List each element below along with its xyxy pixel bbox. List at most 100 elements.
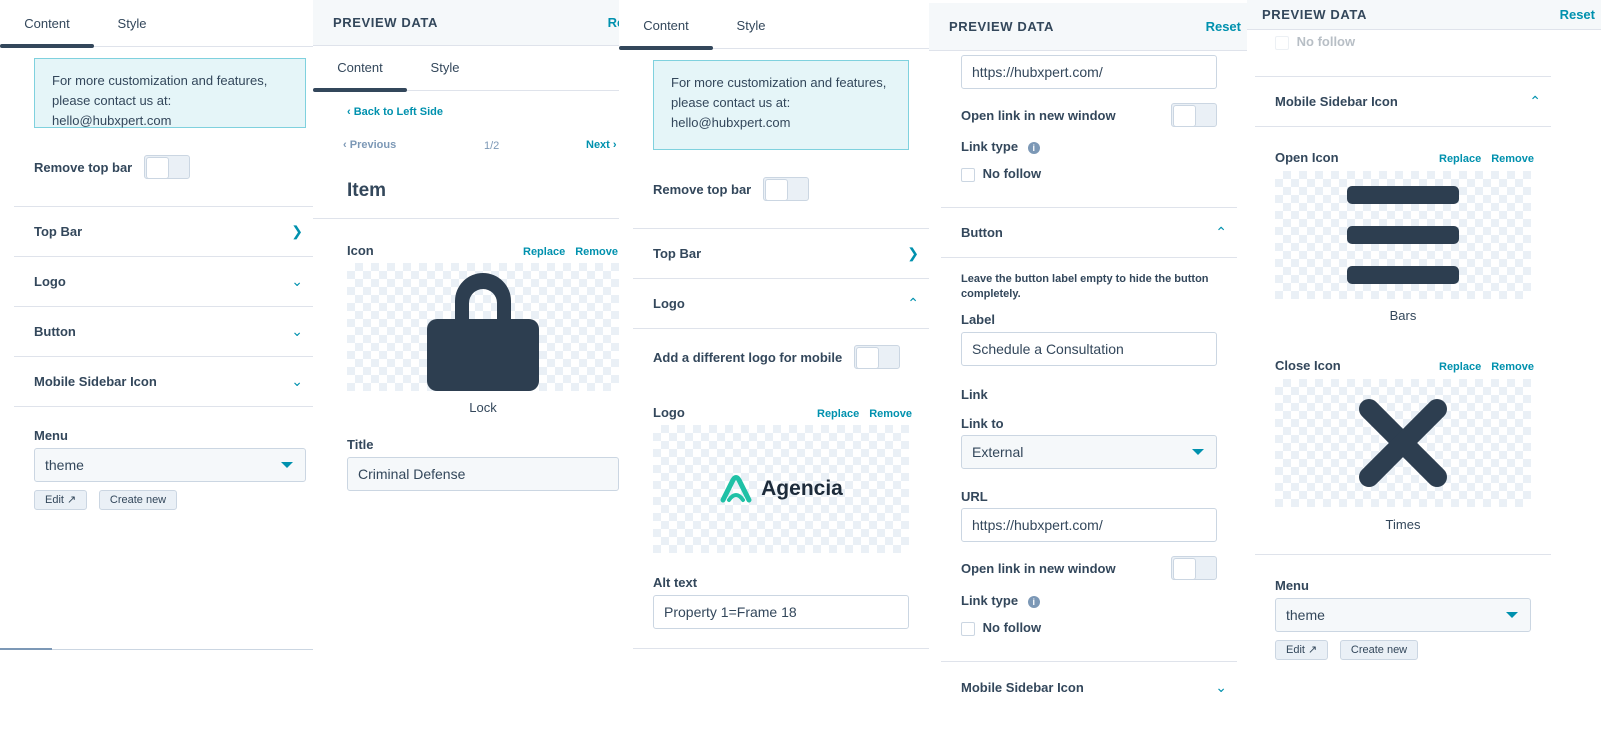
remove-link[interactable]: Remove <box>575 246 618 258</box>
close-icon-name: Times <box>1385 517 1421 532</box>
open-new-window-row: Open link in new window <box>961 556 1217 580</box>
diff-logo-toggle[interactable] <box>854 345 901 369</box>
no-follow-row[interactable]: No follow <box>1275 34 1355 50</box>
menu-actions: Edit ↗ Create new <box>34 490 178 510</box>
info-icon: i <box>1027 142 1040 154</box>
remove-top-bar-toggle[interactable] <box>144 155 191 179</box>
replace-link[interactable]: Replace <box>1439 153 1481 165</box>
previous-label: Previous <box>349 139 397 151</box>
edit-label: Edit <box>1286 644 1305 656</box>
remove-top-bar-toggle[interactable] <box>763 177 810 201</box>
section-logo[interactable]: Logo ⌄ <box>14 257 313 307</box>
chevron-up-icon: ⌃ <box>1529 93 1541 109</box>
alt-text-input[interactable]: Property 1=Frame 18 <box>653 595 909 629</box>
create-new-button[interactable]: Create new <box>1339 640 1419 660</box>
tab-style[interactable]: Style <box>94 2 170 46</box>
caret-down-icon <box>1506 612 1518 618</box>
divider <box>633 648 929 649</box>
url-input[interactable]: https://hubxpert.com/ <box>961 508 1217 542</box>
replace-link[interactable]: Replace <box>523 246 565 258</box>
close-icon-label: Close Icon <box>1275 358 1341 373</box>
section-mobile-sidebar-icon[interactable]: Mobile Sidebar Icon ⌄ <box>14 357 313 407</box>
section-logo[interactable]: Logo ⌃ <box>633 279 929 329</box>
external-link-icon: ↗ <box>1308 644 1318 656</box>
remove-link[interactable]: Remove <box>1491 361 1534 373</box>
menu-select[interactable]: theme <box>1275 598 1531 632</box>
link-heading: Link <box>961 387 988 402</box>
close-icon-preview <box>1275 379 1531 507</box>
panel-preview-sidebar-icons: PREVIEW DATA Reset No follow Mobile Side… <box>1247 0 1601 731</box>
reset-button[interactable]: Reset <box>1206 19 1247 34</box>
previous-link[interactable]: ‹ Previous <box>343 139 396 151</box>
section-label: Mobile Sidebar Icon <box>961 679 1084 695</box>
section-mobile-sidebar-icon[interactable]: Mobile Sidebar Icon ⌄ <box>941 662 1237 712</box>
section-label: Mobile Sidebar Icon <box>1275 94 1398 109</box>
open-new-window-label: Open link in new window <box>961 560 1116 576</box>
title-label: Title <box>347 437 374 452</box>
logo-text: Agencia <box>761 477 843 500</box>
remove-top-bar-row: Remove top bar <box>34 155 294 179</box>
tab-style[interactable]: Style <box>713 4 789 48</box>
icon-actions: Replace Remove <box>513 243 618 258</box>
preview-data-title: PREVIEW DATA <box>333 15 438 30</box>
menu-select[interactable]: theme <box>34 448 306 482</box>
section-label: Top Bar <box>653 246 702 261</box>
replace-link[interactable]: Replace <box>1439 361 1481 373</box>
scrollbar-thumb[interactable] <box>0 648 52 650</box>
chevron-down-icon: ⌄ <box>291 273 303 289</box>
tab-bar: Content Style <box>313 46 619 92</box>
link-to-select[interactable]: External <box>961 435 1217 469</box>
tab-content[interactable]: Content <box>619 4 713 50</box>
remove-link[interactable]: Remove <box>869 408 912 420</box>
replace-link[interactable]: Replace <box>817 408 859 420</box>
reset-button[interactable]: Reset <box>608 15 619 30</box>
icon-label: Icon <box>347 243 374 258</box>
open-icon-label: Open Icon <box>1275 150 1339 165</box>
remove-link[interactable]: Remove <box>1491 153 1534 165</box>
button-hint: Leave the button label empty to hide the… <box>961 273 1209 300</box>
tab-style[interactable]: Style <box>407 46 483 90</box>
tab-bar: Content Style <box>0 2 313 48</box>
reset-button[interactable]: Reset <box>1560 7 1601 22</box>
no-follow-checkbox[interactable] <box>1275 35 1289 50</box>
panel-preview-item: PREVIEW DATA Reset Content Style ‹ Back … <box>313 0 619 731</box>
tab-content[interactable]: Content <box>313 46 407 92</box>
next-link[interactable]: Next › <box>586 139 617 151</box>
edit-button[interactable]: Edit ↗ <box>34 490 88 510</box>
tab-bar: Content Style <box>619 4 929 50</box>
no-follow-checkbox[interactable] <box>961 621 975 636</box>
open-new-window-toggle[interactable] <box>1171 556 1217 580</box>
no-follow-checkbox[interactable] <box>961 167 975 182</box>
tab-content[interactable]: Content <box>0 2 94 48</box>
divider <box>1255 554 1551 555</box>
section-top-bar[interactable]: Top Bar ❯ <box>14 207 313 257</box>
contact-notice: For more customization and features, ple… <box>653 60 909 150</box>
edit-button[interactable]: Edit ↗ <box>1275 640 1329 660</box>
times-icon <box>1359 399 1447 487</box>
chevron-down-icon: ⌄ <box>291 373 303 389</box>
no-follow-row[interactable]: No follow <box>961 620 1041 636</box>
logo-actions: Replace Remove <box>807 405 912 420</box>
section-top-bar[interactable]: Top Bar ❯ <box>633 229 929 279</box>
no-follow-row[interactable]: No follow <box>961 166 1041 182</box>
label-input[interactable]: Schedule a Consultation <box>961 332 1217 366</box>
section-label: Mobile Sidebar Icon <box>34 374 157 389</box>
chevron-left-icon: ‹ <box>343 139 347 151</box>
open-icon-actions: Replace Remove <box>1429 150 1534 165</box>
section-mobile-sidebar-icon[interactable]: Mobile Sidebar Icon ⌃ <box>1255 77 1551 127</box>
url-input-top[interactable]: https://hubxpert.com/ <box>961 55 1217 89</box>
title-input[interactable]: Criminal Defense <box>347 457 619 491</box>
chevron-right-icon: ❯ <box>907 245 919 261</box>
section-button[interactable]: Button ⌃ <box>941 208 1237 258</box>
create-new-button[interactable]: Create new <box>98 490 178 510</box>
section-button[interactable]: Button ⌄ <box>14 307 313 357</box>
menu-label: Menu <box>34 428 68 443</box>
panel-content-1: Content Style For more customization and… <box>0 0 313 731</box>
url-label: URL <box>961 489 988 504</box>
section-label: Logo <box>653 296 685 311</box>
open-new-window-toggle[interactable] <box>1171 103 1217 127</box>
no-follow-label: No follow <box>982 166 1042 181</box>
external-link-icon: ↗ <box>67 494 77 506</box>
back-link[interactable]: ‹ Back to Left Side <box>347 106 443 118</box>
link-to-value: External <box>972 444 1024 460</box>
